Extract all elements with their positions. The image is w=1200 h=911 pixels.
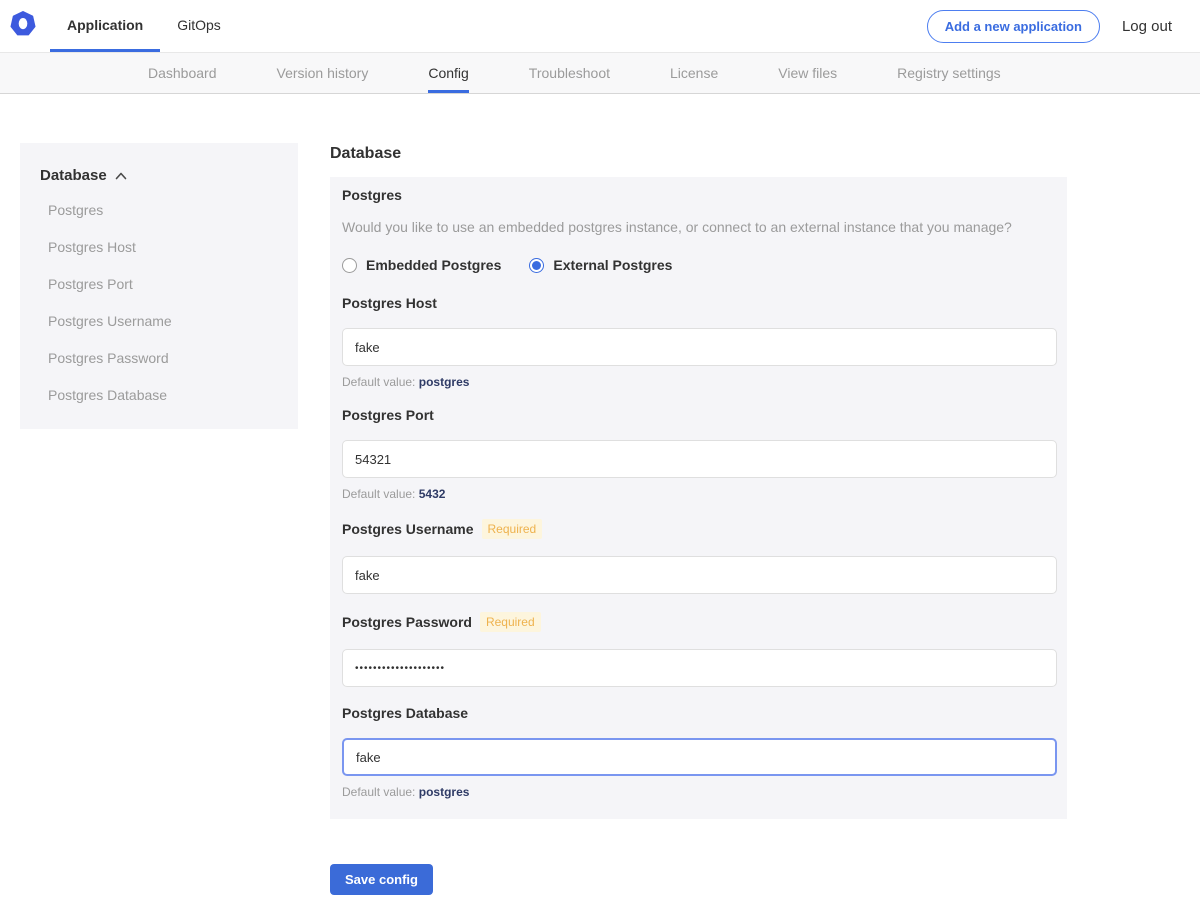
postgres-database-input[interactable] xyxy=(342,738,1057,776)
kots-logo-icon xyxy=(10,11,36,42)
field-default-helper: Default value: postgres xyxy=(342,375,1057,389)
required-badge: Required xyxy=(482,519,543,539)
database-config-panel: Postgres Would you like to use an embedd… xyxy=(330,177,1067,819)
sidebar-group-database[interactable]: Database xyxy=(40,167,278,184)
app-subnav: Dashboard Version history Config Trouble… xyxy=(0,52,1200,94)
save-config-button[interactable]: Save config xyxy=(330,864,433,895)
logout-link[interactable]: Log out xyxy=(1122,18,1172,35)
field-default-helper: Default value: postgres xyxy=(342,785,1057,799)
field-label: Postgres Port xyxy=(342,407,434,423)
sidebar-group-label: Database xyxy=(40,167,107,184)
subnav-troubleshoot[interactable]: Troubleshoot xyxy=(529,53,610,93)
subnav-config[interactable]: Config xyxy=(428,53,468,93)
field-label: Postgres Database xyxy=(342,705,468,721)
group-label-postgres: Postgres xyxy=(342,187,1057,203)
default-value: postgres xyxy=(419,375,470,389)
subnav-dashboard[interactable]: Dashboard xyxy=(148,53,217,93)
radio-label: External Postgres xyxy=(553,257,672,273)
postgres-host-input[interactable] xyxy=(342,328,1057,366)
sidebar-item-postgres-username[interactable]: Postgres Username xyxy=(40,313,278,329)
radio-selected-icon xyxy=(529,258,544,273)
tab-application[interactable]: Application xyxy=(50,0,160,52)
sidebar-item-postgres-host[interactable]: Postgres Host xyxy=(40,239,278,255)
default-value: 5432 xyxy=(419,487,446,501)
radio-label: Embedded Postgres xyxy=(366,257,501,273)
add-new-application-button[interactable]: Add a new application xyxy=(927,10,1100,43)
top-navbar: Application GitOps Add a new application… xyxy=(0,0,1200,52)
field-default-helper: Default value: 5432 xyxy=(342,487,1057,501)
subnav-view-files[interactable]: View files xyxy=(778,53,837,93)
section-title: Database xyxy=(330,145,1067,163)
postgres-port-input[interactable] xyxy=(342,440,1057,478)
postgres-username-input[interactable] xyxy=(342,556,1057,594)
field-postgres-port: Postgres Port Default value: 5432 xyxy=(342,407,1057,501)
group-help-text: Would you like to use an embedded postgr… xyxy=(342,219,1057,235)
config-sidebar: Database Postgres Postgres Host Postgres… xyxy=(20,143,298,429)
field-label: Postgres Username xyxy=(342,521,474,537)
field-postgres-username: Postgres Username Required xyxy=(342,519,1057,594)
chevron-up-icon xyxy=(115,172,127,180)
field-postgres-password: Postgres Password Required xyxy=(342,612,1057,687)
radio-embedded-postgres[interactable]: Embedded Postgres xyxy=(342,257,501,273)
radio-unselected-icon xyxy=(342,258,357,273)
config-page: Database Postgres Postgres Host Postgres… xyxy=(0,94,1200,911)
tab-gitops[interactable]: GitOps xyxy=(160,0,238,52)
postgres-mode-radio-group: Embedded Postgres External Postgres xyxy=(342,257,1057,273)
field-postgres-database: Postgres Database Default value: postgre… xyxy=(342,705,1057,799)
required-badge: Required xyxy=(480,612,541,632)
sidebar-item-postgres-password[interactable]: Postgres Password xyxy=(40,350,278,366)
sidebar-item-list: Postgres Postgres Host Postgres Port Pos… xyxy=(40,202,278,403)
topbar-right: Add a new application Log out xyxy=(927,0,1200,52)
postgres-password-input[interactable] xyxy=(342,649,1057,687)
default-value: postgres xyxy=(419,785,470,799)
subnav-registry-settings[interactable]: Registry settings xyxy=(897,53,1000,93)
field-postgres-host: Postgres Host Default value: postgres xyxy=(342,295,1057,389)
top-tabs: Application GitOps xyxy=(50,0,238,52)
sidebar-item-postgres[interactable]: Postgres xyxy=(40,202,278,218)
sidebar-item-postgres-database[interactable]: Postgres Database xyxy=(40,387,278,403)
radio-external-postgres[interactable]: External Postgres xyxy=(529,257,672,273)
sidebar-item-postgres-port[interactable]: Postgres Port xyxy=(40,276,278,292)
field-label: Postgres Password xyxy=(342,614,472,630)
field-label: Postgres Host xyxy=(342,295,437,311)
app-logo[interactable] xyxy=(0,0,50,52)
subnav-version-history[interactable]: Version history xyxy=(277,53,369,93)
subnav-license[interactable]: License xyxy=(670,53,718,93)
config-main: Database Postgres Would you like to use … xyxy=(330,143,1067,911)
